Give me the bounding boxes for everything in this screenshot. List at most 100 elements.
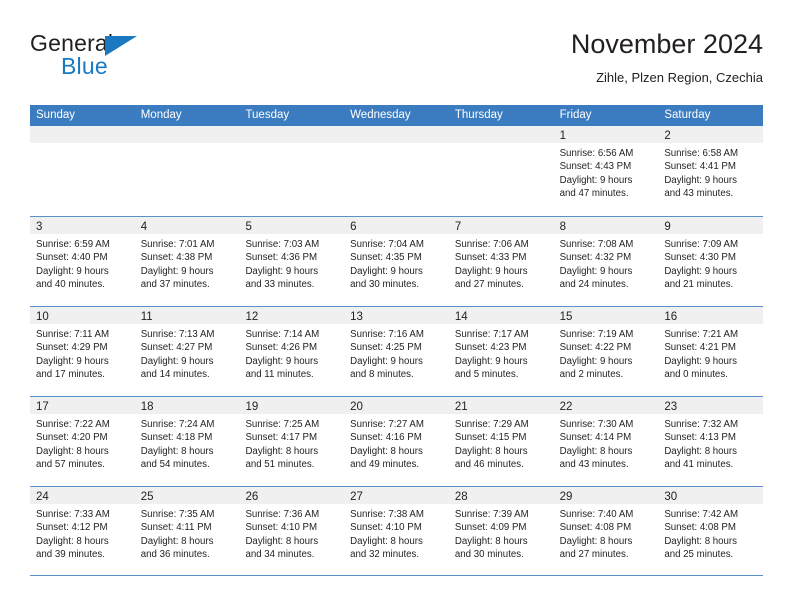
- sunset-text: Sunset: 4:20 PM: [36, 432, 108, 444]
- day-sun-info: Sunrise: 7:06 AM Sunset: 4:33 PM Daylight:…: [449, 234, 554, 291]
- calendar-day-cell-empty: [448, 126, 554, 216]
- calendar-day-cell[interactable]: 23 Sunrise: 7:32 AM Sunset: 4:13 PM Dayligh…: [658, 397, 764, 486]
- calendar-day-cell[interactable]: 14 Sunrise: 7:17 AM Sunset: 4:23 PM Dayligh…: [448, 307, 554, 396]
- calendar-day-cell-empty: [344, 126, 449, 216]
- weekday-header-row: Sunday Monday Tuesday Wednesday Thursday…: [30, 105, 763, 126]
- calendar-day-cell[interactable]: 24 Sunrise: 7:33 AM Sunset: 4:12 PM Dayligh…: [30, 487, 135, 575]
- calendar-day-cell[interactable]: 25 Sunrise: 7:35 AM Sunset: 4:11 PM Dayligh…: [134, 487, 240, 575]
- sunset-text: Sunset: 4:40 PM: [36, 252, 108, 264]
- sunset-text: Sunset: 4:30 PM: [664, 252, 736, 264]
- calendar-day-cell[interactable]: 4 Sunrise: 7:01 AM Sunset: 4:38 PM Daylight…: [134, 217, 240, 306]
- calendar-day-cell[interactable]: 19 Sunrise: 7:25 AM Sunset: 4:17 PM Dayligh…: [239, 397, 345, 486]
- calendar-day-cell[interactable]: 29 Sunrise: 7:40 AM Sunset: 4:08 PM Dayligh…: [553, 487, 659, 575]
- calendar-day-cell[interactable]: 26 Sunrise: 7:36 AM Sunset: 4:10 PM Dayligh…: [239, 487, 345, 575]
- daylight-text-line1: Daylight: 9 hours: [559, 265, 633, 277]
- calendar-day-cell[interactable]: 9 Sunrise: 7:09 AM Sunset: 4:30 PM Daylight…: [658, 217, 764, 306]
- daylight-text-line2: and 47 minutes.: [559, 187, 629, 199]
- day-sun-info: Sunrise: 7:25 AM Sunset: 4:17 PM Daylight:…: [239, 414, 344, 471]
- sunrise-text: Sunrise: 7:38 AM: [350, 509, 424, 520]
- calendar-day-cell[interactable]: 13 Sunrise: 7:16 AM Sunset: 4:25 PM Dayligh…: [344, 307, 449, 396]
- day-number-band: [239, 126, 345, 143]
- daylight-text-line2: and 34 minutes.: [245, 548, 315, 560]
- calendar-day-cell[interactable]: 17 Sunrise: 7:22 AM Sunset: 4:20 PM Dayligh…: [30, 397, 135, 486]
- daylight-text-line2: and 27 minutes.: [559, 548, 629, 560]
- day-number: 15: [559, 311, 573, 323]
- calendar-day-cell[interactable]: 7 Sunrise: 7:06 AM Sunset: 4:33 PM Daylight…: [448, 217, 554, 306]
- calendar-day-cell[interactable]: 10 Sunrise: 7:11 AM Sunset: 4:29 PM Dayligh…: [30, 307, 135, 396]
- calendar-day-cell[interactable]: 8 Sunrise: 7:08 AM Sunset: 4:32 PM Daylight…: [553, 217, 659, 306]
- daylight-text-line2: and 36 minutes.: [140, 548, 210, 560]
- day-number-band: 28: [448, 487, 554, 504]
- weekday-header-wednesday: Wednesday: [350, 109, 411, 121]
- calendar-grid: Sunday Monday Tuesday Wednesday Thursday…: [30, 105, 764, 576]
- daylight-text-line2: and 14 minutes.: [140, 368, 210, 380]
- calendar-day-cell[interactable]: 28 Sunrise: 7:39 AM Sunset: 4:09 PM Dayligh…: [448, 487, 554, 575]
- calendar-day-cell[interactable]: 2 Sunrise: 6:58 AM Sunset: 4:41 PM Daylight…: [658, 126, 764, 216]
- calendar-day-cell[interactable]: 20 Sunrise: 7:27 AM Sunset: 4:16 PM Dayligh…: [344, 397, 449, 486]
- weekday-header-saturday: Saturday: [664, 109, 711, 121]
- daylight-text-line1: Daylight: 8 hours: [454, 535, 528, 547]
- calendar-day-cell[interactable]: 11 Sunrise: 7:13 AM Sunset: 4:27 PM Dayligh…: [134, 307, 240, 396]
- day-number: 10: [36, 311, 49, 323]
- day-sun-info: Sunrise: 7:14 AM Sunset: 4:26 PM Daylight:…: [239, 324, 344, 381]
- sunrise-text: Sunrise: 7:33 AM: [36, 509, 110, 520]
- day-sun-info: Sunrise: 7:19 AM Sunset: 4:22 PM Daylight:…: [554, 324, 659, 381]
- calendar-day-cell[interactable]: 12 Sunrise: 7:14 AM Sunset: 4:26 PM Dayligh…: [239, 307, 345, 396]
- day-number-band: 4: [134, 217, 240, 234]
- day-number-band: 14: [448, 307, 554, 324]
- calendar-day-cell[interactable]: 15 Sunrise: 7:19 AM Sunset: 4:22 PM Dayligh…: [553, 307, 659, 396]
- day-sun-info: Sunrise: 7:27 AM Sunset: 4:16 PM Daylight:…: [344, 414, 449, 471]
- daylight-text-line2: and 25 minutes.: [664, 548, 734, 560]
- sunset-text: Sunset: 4:08 PM: [559, 522, 632, 534]
- day-sun-info: Sunrise: 7:33 AM Sunset: 4:12 PM Daylight:…: [30, 504, 135, 561]
- weekday-header-tuesday: Tuesday: [245, 109, 290, 121]
- sunrise-text: Sunrise: 7:35 AM: [140, 509, 215, 520]
- brand-logo[interactable]: General Blue: [30, 30, 260, 92]
- day-number: 27: [350, 491, 363, 503]
- calendar-day-cell[interactable]: 5 Sunrise: 7:03 AM Sunset: 4:36 PM Daylight…: [239, 217, 345, 306]
- day-number: 11: [140, 311, 153, 323]
- weekday-header-friday: Friday: [559, 109, 592, 121]
- calendar-day-cell-empty: [30, 126, 135, 216]
- day-sun-info: Sunrise: 7:21 AM Sunset: 4:21 PM Daylight:…: [658, 324, 763, 381]
- calendar-day-cell[interactable]: 1 Sunrise: 6:56 AM Sunset: 4:43 PM Daylight…: [553, 126, 659, 216]
- calendar-week-row: 1 Sunrise: 6:56 AM Sunset: 4:43 PM Daylight…: [30, 126, 764, 216]
- day-number: 28: [454, 491, 468, 503]
- calendar-day-cell[interactable]: 27 Sunrise: 7:38 AM Sunset: 4:10 PM Dayligh…: [344, 487, 449, 575]
- day-number: 20: [350, 401, 363, 413]
- calendar-day-cell[interactable]: 18 Sunrise: 7:24 AM Sunset: 4:18 PM Dayligh…: [134, 397, 240, 486]
- sunset-text: Sunset: 4:14 PM: [559, 432, 632, 444]
- calendar-day-cell[interactable]: 6 Sunrise: 7:04 AM Sunset: 4:35 PM Daylight…: [344, 217, 449, 306]
- sunrise-text: Sunrise: 7:40 AM: [559, 509, 634, 520]
- calendar-day-cell[interactable]: 22 Sunrise: 7:30 AM Sunset: 4:14 PM Dayligh…: [553, 397, 659, 486]
- sunrise-text: Sunrise: 7:27 AM: [350, 419, 424, 430]
- calendar-day-cell[interactable]: 16 Sunrise: 7:21 AM Sunset: 4:21 PM Dayligh…: [658, 307, 764, 396]
- day-number-band: [30, 126, 135, 143]
- daylight-text-line2: and 37 minutes.: [140, 278, 210, 290]
- daylight-text-line1: Daylight: 9 hours: [454, 265, 528, 277]
- day-number-band: 3: [30, 217, 135, 234]
- day-number-band: [134, 126, 240, 143]
- daylight-text-line2: and 43 minutes.: [559, 458, 629, 470]
- day-number-band: 25: [134, 487, 240, 504]
- day-number-band: 11: [134, 307, 240, 324]
- day-number: 19: [245, 401, 259, 413]
- day-sun-info: Sunrise: 7:38 AM Sunset: 4:10 PM Daylight:…: [344, 504, 449, 561]
- daylight-text-line1: Daylight: 9 hours: [559, 174, 633, 186]
- day-number: 5: [245, 221, 252, 233]
- day-sun-info: Sunrise: 7:17 AM Sunset: 4:23 PM Daylight:…: [449, 324, 554, 381]
- day-sun-info: Sunrise: 7:09 AM Sunset: 4:30 PM Daylight:…: [658, 234, 763, 291]
- day-number: 21: [454, 401, 468, 413]
- calendar-day-cell[interactable]: 21 Sunrise: 7:29 AM Sunset: 4:15 PM Dayligh…: [448, 397, 554, 486]
- sunrise-text: Sunrise: 7:04 AM: [350, 239, 424, 250]
- daylight-text-line1: Daylight: 8 hours: [664, 535, 738, 547]
- daylight-text-line2: and 51 minutes.: [245, 458, 315, 470]
- daylight-text-line1: Daylight: 8 hours: [36, 445, 109, 457]
- sunset-text: Sunset: 4:33 PM: [454, 252, 527, 264]
- sunrise-text: Sunrise: 7:36 AM: [245, 509, 320, 520]
- daylight-text-line2: and 33 minutes.: [245, 278, 315, 290]
- day-sun-info: Sunrise: 7:08 AM Sunset: 4:32 PM Daylight:…: [554, 234, 659, 291]
- day-number-band: 5: [239, 217, 345, 234]
- calendar-day-cell[interactable]: 30 Sunrise: 7:42 AM Sunset: 4:08 PM Dayligh…: [658, 487, 764, 575]
- calendar-day-cell[interactable]: 3 Sunrise: 6:59 AM Sunset: 4:40 PM Daylight…: [30, 217, 135, 306]
